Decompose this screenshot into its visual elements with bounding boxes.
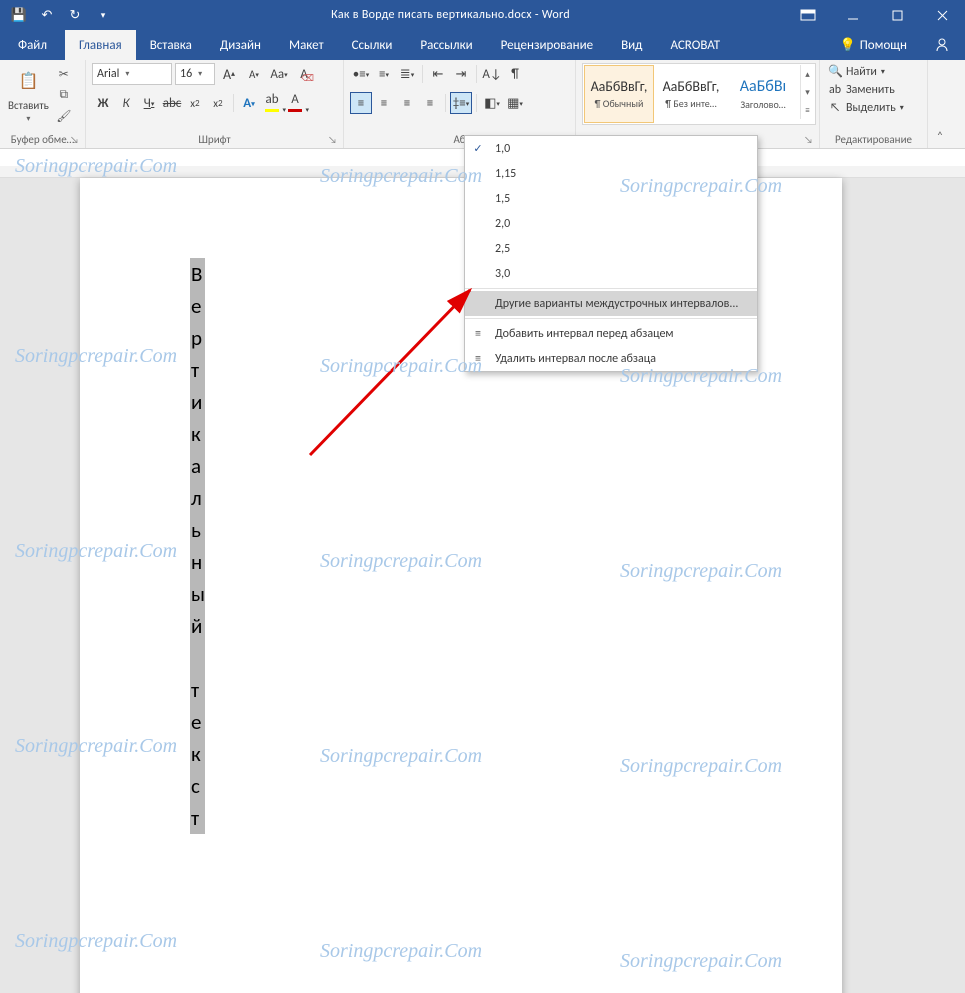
increase-indent-button[interactable]: ⇥ [450,63,472,85]
strikethrough-button[interactable]: abc [161,92,183,114]
quick-access-toolbar: 💾 ↶ ↻ ▾ [0,2,116,28]
font-color-button[interactable]: A▾ [284,92,306,114]
clipboard-icon: 📋 [12,65,44,97]
ribbon-options-button[interactable] [785,0,830,30]
group-editing: 🔍Найти▾ abЗаменить ↖Выделить▾ Редактиров… [820,60,928,148]
multilevel-button[interactable]: ≣▾ [396,63,418,85]
format-painter-button[interactable]: 🖌 [55,107,73,125]
tab-insert[interactable]: Вставка [136,30,206,60]
find-button[interactable]: 🔍Найти▾ [826,63,887,80]
tell-me-label: Помощн [860,38,907,53]
qat-customize-button[interactable]: ▾ [90,2,116,28]
superscript-button[interactable]: x2 [207,92,229,114]
paste-button[interactable]: 📋 Вставить ▾ [6,63,51,126]
spacing-option-2.5[interactable]: 2,5 [465,236,757,261]
selected-text[interactable]: В е р т и к а л ь н ы й т е к с т [190,258,205,834]
justify-button[interactable]: ≡ [419,92,441,114]
space-after-icon: ≡ [465,352,491,366]
window-title: Как в Ворде писать вертикально.docx - Wo… [116,8,785,22]
align-right-button[interactable]: ≡ [396,92,418,114]
italic-button[interactable]: К [115,92,137,114]
show-marks-button[interactable]: ¶ [504,63,526,85]
copy-button[interactable]: ⧉ [55,86,73,104]
group-label-editing: Редактирование [835,133,912,146]
tab-design[interactable]: Дизайн [206,30,275,60]
numbering-button[interactable]: ≡▾ [373,63,395,85]
redo-button[interactable]: ↻ [62,2,88,28]
tell-me[interactable]: 💡 Помощн [828,38,919,53]
tab-acrobat[interactable]: ACROBAT [656,30,734,60]
window-controls [785,0,965,30]
cut-button[interactable]: ✂ [55,65,73,83]
tab-review[interactable]: Рецензирование [487,30,607,60]
ribbon-tabs: Файл Главная Вставка Дизайн Макет Ссылки… [0,30,965,60]
title-bar: 💾 ↶ ↻ ▾ Как в Ворде писать вертикально.d… [0,0,965,30]
tab-file[interactable]: Файл [0,30,65,60]
styles-scroll[interactable]: ▴▾≡ [800,65,814,119]
line-spacing-menu: 1,0 1,15 1,5 2,0 2,5 3,0 Другие варианты… [464,135,758,372]
text-effects-button[interactable]: A▾ [238,92,260,114]
spacing-option-1.15[interactable]: 1,15 [465,161,757,186]
bullets-button[interactable]: •≡▾ [350,63,372,85]
tab-view[interactable]: Вид [607,30,656,60]
group-clipboard: 📋 Вставить ▾ ✂ ⧉ 🖌 Буфер обме…↘ [0,60,86,148]
cursor-icon: ↖ [828,101,842,115]
style-heading1[interactable]: АаБбВı Заголово… [728,65,798,123]
styles-dialog-icon[interactable]: ↘ [804,133,813,146]
spacing-option-1.0[interactable]: 1,0 [465,136,757,161]
group-label-clipboard: Буфер обме… [11,133,75,146]
collapse-ribbon-button[interactable]: ˄ [928,60,952,148]
align-left-button[interactable]: ≡ [350,92,372,114]
close-button[interactable] [920,0,965,30]
decrease-indent-button[interactable]: ⇤ [427,63,449,85]
spacing-option-3.0[interactable]: 3,0 [465,261,757,286]
paste-label: Вставить [8,99,49,112]
group-label-font: Шрифт [198,133,230,146]
highlight-button[interactable]: ab▾ [261,92,283,114]
align-center-button[interactable]: ≡ [373,92,395,114]
tab-mailings[interactable]: Рассылки [406,30,486,60]
clipboard-dialog-icon[interactable]: ↘ [70,133,79,146]
spacing-option-2.0[interactable]: 2,0 [465,211,757,236]
font-name-combo[interactable]: Arial▾ [92,63,172,85]
minimize-button[interactable] [830,0,875,30]
underline-button[interactable]: Ч▾ [138,92,160,114]
save-button[interactable]: 💾 [6,2,32,28]
increase-font-button[interactable]: A▴ [218,63,240,85]
group-font: Arial▾ 16▾ A▴ A▾ Aa▾ A⌫ Ж К Ч▾ abc x2 x2… [86,60,344,148]
add-space-before-item[interactable]: ≡Добавить интервал перед абзацем [465,321,757,346]
subscript-button[interactable]: x2 [184,92,206,114]
share-button[interactable] [919,37,965,53]
maximize-button[interactable] [875,0,920,30]
tab-references[interactable]: Ссылки [338,30,407,60]
tab-layout[interactable]: Макет [275,30,338,60]
shading-button[interactable]: ◧▾ [481,92,503,114]
undo-button[interactable]: ↶ [34,2,60,28]
spacing-options-item[interactable]: Другие варианты междустрочных интервалов… [465,291,757,316]
search-icon: 🔍 [828,64,842,79]
clear-format-button[interactable]: A⌫ [293,63,315,85]
bold-button[interactable]: Ж [92,92,114,114]
remove-space-after-item[interactable]: ≡Удалить интервал после абзаца [465,346,757,371]
borders-button[interactable]: ▦▾ [504,92,526,114]
sort-button[interactable]: A↓ [481,63,503,85]
spacing-option-1.5[interactable]: 1,5 [465,186,757,211]
style-normal[interactable]: АаБбВвГг, ¶ Обычный [584,65,654,123]
select-button[interactable]: ↖Выделить▾ [826,100,906,116]
line-spacing-button[interactable]: ‡≡▾ [450,92,472,114]
replace-icon: ab [828,83,842,97]
replace-button[interactable]: abЗаменить [826,82,897,98]
lightbulb-icon: 💡 [840,38,856,53]
tab-home[interactable]: Главная [65,30,136,60]
space-before-icon: ≡ [465,327,491,341]
font-size-combo[interactable]: 16▾ [175,63,215,85]
change-case-button[interactable]: Aa▾ [268,63,290,85]
decrease-font-button[interactable]: A▾ [243,63,265,85]
style-no-spacing[interactable]: АаБбВвГг, ¶ Без инте… [656,65,726,123]
font-dialog-icon[interactable]: ↘ [328,133,337,146]
